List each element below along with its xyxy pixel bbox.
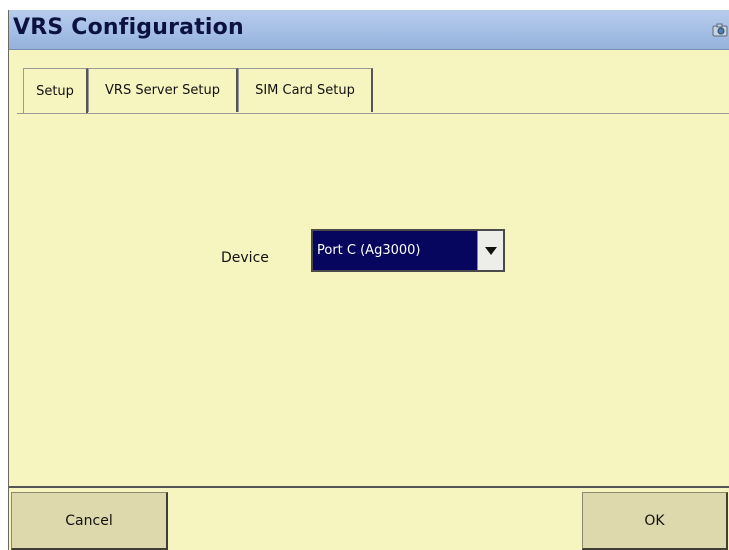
ok-button[interactable]: OK [582,492,728,550]
vrs-configuration-window: VRS Configuration Setup VRS Server Setup… [8,10,729,550]
tab-vrs-server-setup-label: VRS Server Setup [105,83,220,98]
device-dropdown-value[interactable]: Port C (Ag3000) [313,231,477,270]
tab-sim-card-setup-label: SIM Card Setup [255,83,355,98]
tab-sim-card-setup[interactable]: SIM Card Setup [238,68,373,112]
setup-panel [17,113,729,485]
tab-vrs-server-setup[interactable]: VRS Server Setup [88,68,238,112]
tab-setup[interactable]: Setup [23,68,88,114]
cancel-button-label: Cancel [65,512,113,529]
tab-setup-label: Setup [36,84,74,99]
dropdown-triangle-icon[interactable] [477,231,503,270]
button-divider [9,486,729,488]
device-dropdown[interactable]: Port C (Ag3000) [311,229,505,272]
cancel-button[interactable]: Cancel [11,492,168,550]
camera-icon[interactable] [712,22,728,38]
device-label: Device [221,250,269,266]
ok-button-label: OK [644,512,665,529]
title-bar: VRS Configuration [9,10,729,50]
window-title: VRS Configuration [13,15,244,40]
